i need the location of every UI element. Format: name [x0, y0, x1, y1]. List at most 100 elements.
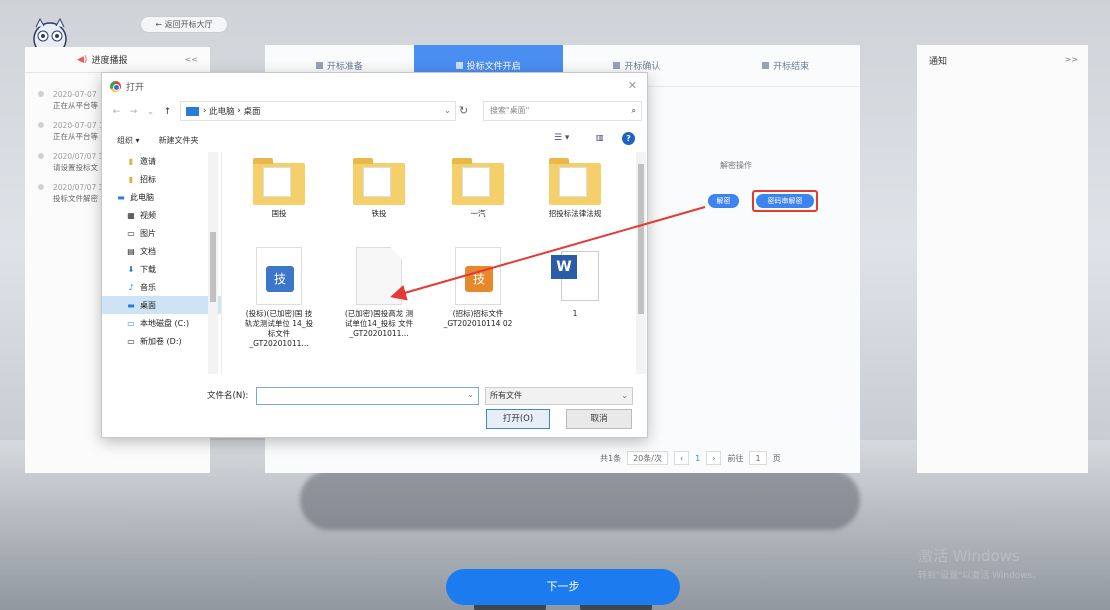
- step-icon: [315, 62, 323, 69]
- cancel-button[interactable]: 取消: [566, 409, 632, 429]
- prev-page-button[interactable]: ‹: [673, 451, 690, 465]
- view-options-icon[interactable]: ☰ ▾: [554, 133, 569, 143]
- zbj-file-icon: 技: [455, 247, 501, 305]
- step-label: 开标确认: [624, 62, 661, 72]
- nav-item-label: 文档: [140, 246, 156, 256]
- nav-item-this-pc[interactable]: ▬ 此电脑: [102, 188, 221, 206]
- collapse-button[interactable]: <<: [185, 55, 198, 64]
- chevron-down-icon[interactable]: ⌄: [467, 390, 474, 399]
- nav-item-videos[interactable]: ▦ 视频: [102, 206, 221, 224]
- forward-arrow-icon[interactable]: →: [125, 107, 142, 117]
- file-name: 1: [572, 309, 578, 318]
- notice-panel: 通知 >>: [917, 45, 1088, 473]
- page-unit: 页: [772, 453, 781, 463]
- decrypt-button[interactable]: 解密: [708, 194, 739, 208]
- nav-item-desktop[interactable]: ▬ 桌面: [102, 296, 221, 314]
- search-input[interactable]: 搜索"桌面" ⌕: [483, 101, 642, 121]
- folder-icon: ▮: [128, 156, 134, 166]
- desktop-icon: ▬: [127, 300, 135, 310]
- address-bar[interactable]: › 此电脑 › 桌面 ⌄: [180, 101, 456, 121]
- scroll-thumb[interactable]: [638, 164, 644, 314]
- file-list-scrollbar[interactable]: [636, 152, 646, 374]
- file-name: 铁投: [371, 209, 387, 218]
- file-name: 国投: [271, 209, 287, 218]
- computer-icon: ▬: [117, 192, 125, 202]
- timeline-dot: [38, 122, 44, 128]
- file-type-select[interactable]: 所有文件 ⌄: [485, 387, 633, 405]
- filename-label: 文件名(N):: [207, 391, 249, 401]
- timeline-dot: [38, 91, 44, 97]
- file-badge: 技: [465, 266, 493, 292]
- word-file-icon: W: [549, 247, 601, 305]
- nav-item-label: 下载: [140, 264, 156, 274]
- notice-expand-button[interactable]: >>: [1065, 55, 1078, 64]
- pager-total: 共1条: [600, 453, 622, 463]
- file-name: (招标)招标文件 _GT202010114 02: [443, 309, 513, 328]
- open-button[interactable]: 打开(O): [486, 409, 550, 429]
- filename-input[interactable]: ⌄: [256, 387, 479, 405]
- breadcrumb-desktop[interactable]: 桌面: [243, 105, 260, 117]
- nav-item-invite[interactable]: ▮ 邀请: [102, 152, 221, 170]
- refresh-icon[interactable]: ↻: [459, 104, 468, 117]
- file-list: 国投 铁投 一汽 招投标法律法规 技 (投标)(已加密)国 技轨龙测试单位 14…: [228, 155, 638, 373]
- nav-scrollbar[interactable]: [208, 152, 218, 374]
- address-row: ← → ⌄ ↑ › 此电脑 › 桌面 ⌄ ↻ 搜索"桌面" ⌕: [102, 99, 647, 125]
- scroll-thumb[interactable]: [210, 232, 216, 302]
- file-item-encrypted[interactable]: (已加密)国投高龙 测试单位14_投标 文件 _GT20201011...: [342, 247, 416, 339]
- file-item-folder[interactable]: 铁投: [342, 158, 416, 219]
- current-page[interactable]: 1: [695, 454, 700, 463]
- tbj-file-icon: 技: [256, 247, 302, 305]
- back-to-hall-button[interactable]: ← 返回开标大厅: [140, 16, 228, 33]
- nav-item-label: 邀请: [140, 156, 156, 166]
- nav-item-label: 图片: [140, 228, 156, 238]
- nav-item-label: 音乐: [140, 282, 156, 292]
- file-type-value: 所有文件: [490, 391, 522, 400]
- chevron-down-icon[interactable]: ⌄: [444, 106, 451, 116]
- drive-icon: ▭: [127, 336, 135, 346]
- folder-icon: [253, 158, 305, 205]
- step-finish[interactable]: 开标结束: [711, 45, 860, 86]
- file-item-word[interactable]: W 1: [538, 247, 612, 319]
- blank-file-icon: [356, 247, 402, 305]
- next-step-button[interactable]: 下一步: [446, 569, 680, 605]
- watermark-line2: 转到"设置"以激活 Windows。: [918, 571, 1042, 581]
- next-page-button[interactable]: ›: [706, 451, 722, 465]
- file-item-folder[interactable]: 国投: [242, 158, 316, 219]
- password-decrypt-button[interactable]: 密码串解密: [756, 194, 814, 208]
- nav-item-music[interactable]: ♪ 音乐: [102, 278, 221, 296]
- file-item-zbj[interactable]: 技 (招标)招标文件 _GT202010114 02: [441, 247, 515, 329]
- watermark-line1: 激活 Windows: [918, 547, 1020, 565]
- page-size-select[interactable]: 20条/次: [627, 451, 668, 465]
- image-icon: ▭: [127, 228, 135, 238]
- operation-column-header: 解密操作: [720, 161, 752, 170]
- nav-item-label: 视频: [140, 210, 156, 220]
- close-icon[interactable]: ✕: [628, 79, 637, 92]
- nav-item-pictures[interactable]: ▭ 图片: [102, 224, 221, 242]
- breadcrumb-this-pc[interactable]: 此电脑: [209, 105, 235, 117]
- windows-activation-watermark: 激活 Windows 转到"设置"以激活 Windows。: [918, 545, 1041, 581]
- organize-button[interactable]: 组织 ▾: [117, 135, 140, 146]
- preview-pane-icon[interactable]: ▥: [596, 133, 604, 142]
- nav-item-documents[interactable]: ▤ 文档: [102, 242, 221, 260]
- recent-dropdown-icon[interactable]: ⌄: [142, 107, 159, 117]
- back-arrow-icon[interactable]: ←: [108, 107, 125, 117]
- new-folder-button[interactable]: 新建文件夹: [159, 135, 199, 146]
- step-label: 开标准备: [326, 62, 363, 72]
- file-badge: 技: [266, 266, 294, 292]
- goto-page-input[interactable]: 1: [749, 451, 767, 465]
- file-item-tbj[interactable]: 技 (投标)(已加密)国 技轨龙测试单位 14_投标文件 _GT20201011…: [242, 247, 316, 349]
- folder-icon: ▮: [128, 174, 134, 184]
- file-item-folder[interactable]: 招投标法律法规: [538, 158, 612, 219]
- nav-item-downloads[interactable]: ⬇ 下载: [102, 260, 221, 278]
- nav-item-drive-c[interactable]: ▭ 本地磁盘 (C:): [102, 314, 221, 332]
- up-arrow-icon[interactable]: ↑: [159, 107, 176, 117]
- drive-icon: ▭: [127, 318, 135, 328]
- nav-item-drive-d[interactable]: ▭ 新加卷 (D:): [102, 332, 221, 350]
- nav-item-label: 桌面: [140, 300, 156, 310]
- music-icon: ♪: [128, 282, 134, 292]
- nav-item-tender[interactable]: ▮ 招标: [102, 170, 221, 188]
- search-icon: ⌕: [631, 106, 636, 115]
- help-icon[interactable]: ?: [622, 132, 635, 145]
- progress-panel-title: 进度播报: [91, 56, 128, 66]
- file-item-folder[interactable]: 一汽: [441, 158, 515, 219]
